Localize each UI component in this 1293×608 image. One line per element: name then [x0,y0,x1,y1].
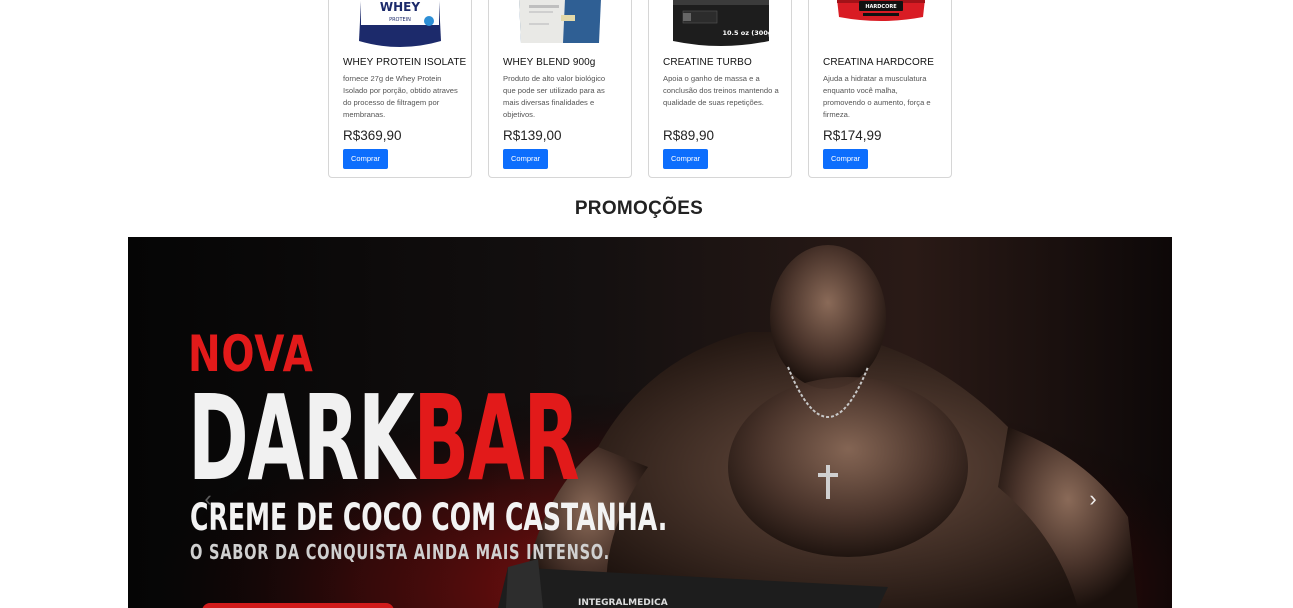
product-description: Produto de alto valor biológico que pode… [503,74,606,119]
product-image: WHEY PROTEIN [329,0,471,47]
product-description: Ajuda a hidratar a musculatura enquanto … [823,74,931,119]
buy-button[interactable]: Comprar [503,149,549,169]
product-card: 10.5 oz (300g) CREATINE TURBO Apoia o ga… [648,0,792,178]
product-image-sublabel: PROTEIN [389,17,411,23]
product-price: R$139,00 [503,128,562,143]
banner-tagline: CREME DE COCO COM CASTANHA. [190,496,668,539]
page: WHEY PROTEIN WHEY PROTEIN ISOLATE fornec… [0,0,1293,608]
product-price: R$369,90 [343,128,402,143]
product-image-label: WHEY [380,0,420,14]
product-price: R$174,99 [823,128,882,143]
product-price: R$89,90 [663,128,715,143]
product-image: 10.5 oz (300g) [649,0,791,47]
product-card: WHEY PROTEIN WHEY PROTEIN ISOLATE fornec… [328,0,472,178]
banner-cta-button[interactable] [202,603,394,608]
product-title: WHEY PROTEIN ISOLATE [343,57,467,68]
product-image [489,0,631,47]
banner-headline-dark: DARK [188,369,415,507]
product-image-label: 10.5 oz (300g) [723,29,776,37]
product-title: CREATINA HARDCORE [823,57,934,68]
pack-brand: INTEGRALMEDICA [578,598,668,608]
carousel-prev-icon[interactable]: ‹ [198,487,218,511]
buy-button[interactable]: Comprar [823,149,869,169]
product-image: HARDCORE [809,0,951,47]
product-description: fornece 27g de Whey Protein Isolado por … [343,74,458,119]
buy-button[interactable]: Comprar [663,149,709,169]
banner-headline: DARKBAR [188,379,580,497]
product-image-label: HARDCORE [865,4,897,10]
product-title: WHEY BLEND 900g [503,57,596,68]
product-card: HARDCORE CREATINA HARDCORE Ajuda a hidra… [808,0,952,178]
product-title: CREATINE TURBO [663,57,752,68]
promo-carousel[interactable]: INTEGRALMEDICA NOVA DARKBAR CREME DE COC… [128,237,1172,608]
product-description: Apoia o ganho de massa e a conclusão dos… [663,74,779,107]
product-card: WHEY BLEND 900g Produto de alto valor bi… [488,0,632,178]
banner-headline-bar: BAR [413,369,579,507]
buy-button[interactable]: Comprar [343,149,389,169]
section-title-promotions: PROMOÇÕES [574,198,704,219]
banner-subtagline: O SABOR DA CONQUISTA AINDA MAIS INTENSO. [190,540,610,564]
carousel-next-icon[interactable]: › [1083,487,1103,511]
